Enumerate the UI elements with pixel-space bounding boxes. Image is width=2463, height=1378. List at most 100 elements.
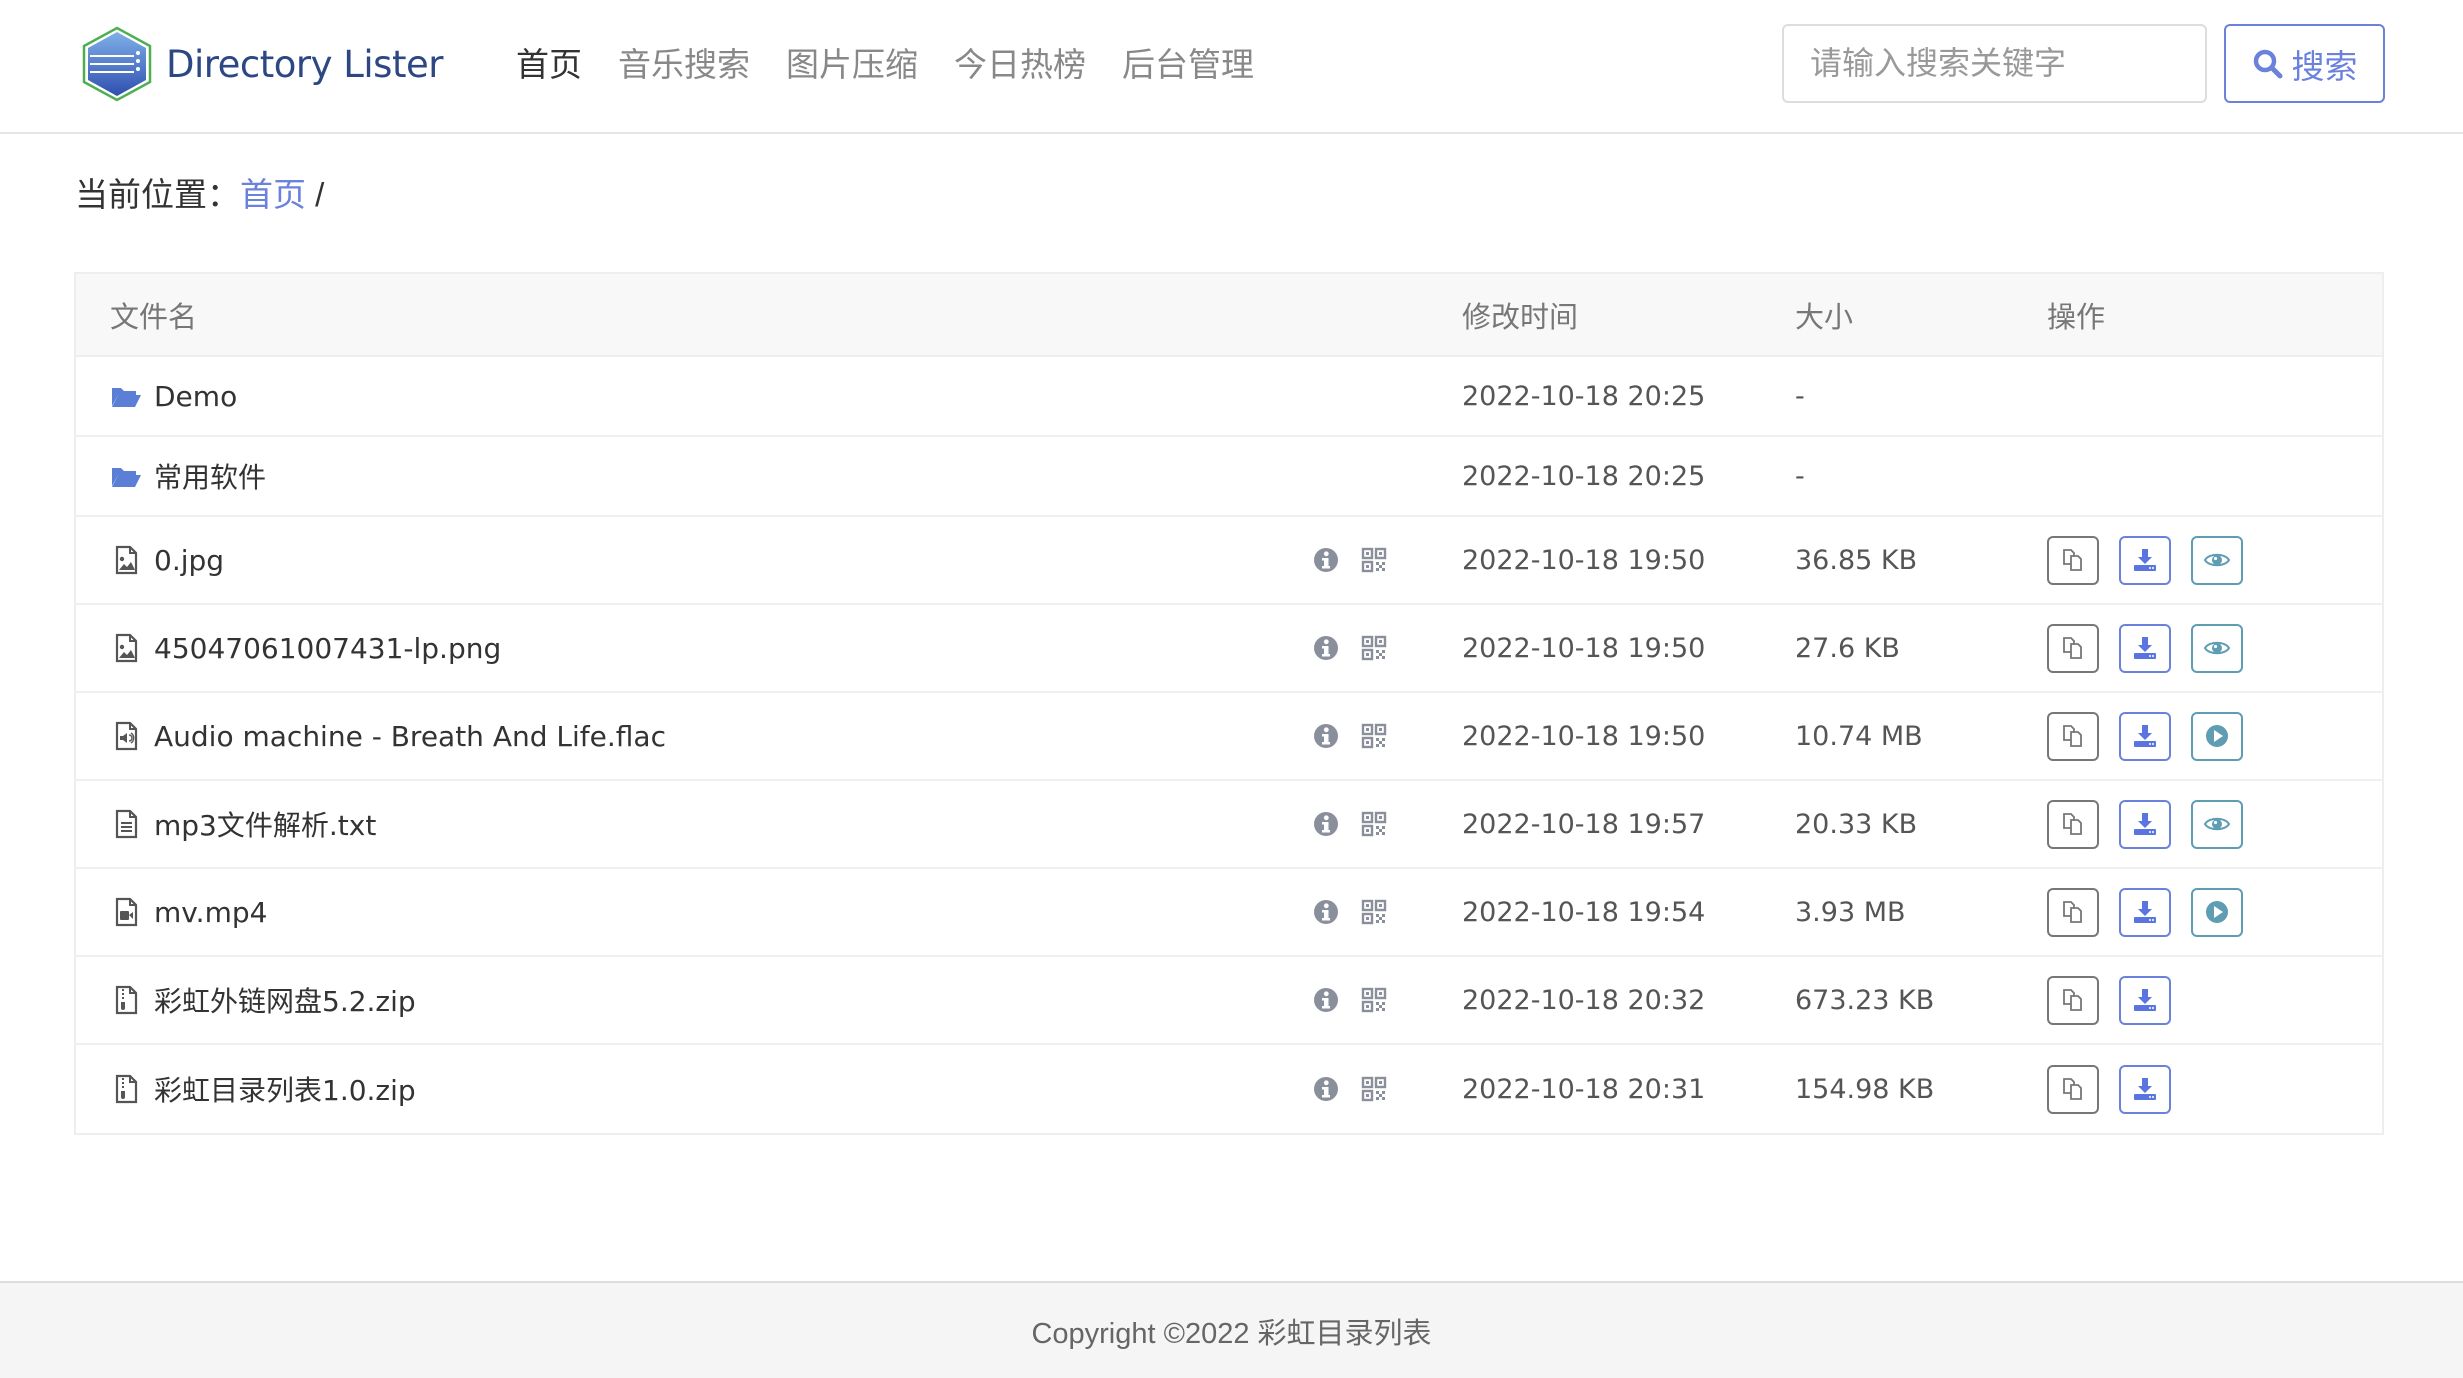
nav-music-search[interactable]: 音乐搜索 [618, 40, 750, 90]
play-circle-icon [2203, 722, 2231, 750]
download-button[interactable] [2119, 1064, 2171, 1114]
file-link[interactable]: 彩虹目录列表1.0.zip [154, 1069, 416, 1109]
info-icon[interactable] [1312, 546, 1340, 574]
qrcode-icon[interactable] [1360, 986, 1388, 1014]
name-cell: 彩虹目录列表1.0.zip [76, 1069, 1462, 1109]
eye-icon [2203, 810, 2231, 838]
file-meta-buttons [1312, 986, 1408, 1014]
actions-cell [2045, 623, 2382, 673]
copy-icon [2059, 546, 2087, 574]
qrcode-icon[interactable] [1360, 722, 1388, 750]
info-icon[interactable] [1312, 986, 1340, 1014]
info-icon[interactable] [1312, 722, 1340, 750]
eye-icon [2203, 546, 2231, 574]
download-icon [2131, 1075, 2159, 1103]
copy-icon [2059, 634, 2087, 662]
search-button[interactable]: 搜索 [2224, 24, 2385, 103]
play-button[interactable] [2191, 887, 2243, 937]
file-video-icon [110, 896, 142, 928]
preview-button[interactable] [2191, 623, 2243, 673]
top-navbar: Directory Lister 首页 音乐搜索 图片压缩 今日热榜 后台管理 … [0, 0, 2463, 134]
modified-cell: 2022-10-18 20:25 [1462, 380, 1706, 412]
file-archive-icon [110, 1073, 142, 1105]
modified-cell: 2022-10-18 19:54 [1462, 896, 1706, 928]
folder-link[interactable]: Demo [154, 380, 237, 413]
download-button[interactable] [2119, 799, 2171, 849]
breadcrumb: 当前位置：首页 / [75, 170, 324, 220]
copy-icon [2059, 810, 2087, 838]
table-body: Demo 2022-10-18 20:25 - 常用软件 2022-10-18 20:2… [76, 357, 2382, 1133]
info-icon[interactable] [1312, 1075, 1340, 1103]
file-row: 0.jpg 2022-10-18 19:50 36.85 KB [76, 517, 2382, 605]
nav-admin[interactable]: 后台管理 [1122, 40, 1254, 90]
folder-row: 常用软件 2022-10-18 20:25 - [76, 437, 2382, 517]
info-icon[interactable] [1312, 810, 1340, 838]
copy-link-button[interactable] [2047, 975, 2099, 1025]
name-cell: Demo [76, 380, 1462, 413]
copy-link-button[interactable] [2047, 799, 2099, 849]
file-link[interactable]: 彩虹外链网盘5.2.zip [154, 980, 416, 1020]
file-row: Audio machine - Breath And Life.flac 2022… [76, 693, 2382, 781]
file-link[interactable]: mv.mp4 [154, 896, 267, 929]
name-cell: 常用软件 [76, 456, 1462, 496]
download-icon [2131, 898, 2159, 926]
column-header-size: 大小 [1795, 301, 1854, 334]
qrcode-icon[interactable] [1360, 546, 1388, 574]
size-cell: 20.33 KB [1795, 808, 1918, 840]
download-icon [2131, 810, 2159, 838]
copy-link-button[interactable] [2047, 711, 2099, 761]
folder-row: Demo 2022-10-18 20:25 - [76, 357, 2382, 437]
copy-icon [2059, 722, 2087, 750]
name-cell: 彩虹外链网盘5.2.zip [76, 980, 1462, 1020]
download-icon [2131, 722, 2159, 750]
eye-icon [2203, 634, 2231, 662]
play-button[interactable] [2191, 711, 2243, 761]
download-button[interactable] [2119, 887, 2171, 937]
actions-cell [2045, 535, 2382, 585]
nav-image-compress[interactable]: 图片压缩 [786, 40, 918, 90]
file-row: 45047061007431-lp.png 2022-10-18 19:50 27.… [76, 605, 2382, 693]
info-icon[interactable] [1312, 898, 1340, 926]
file-table: 文件名 修改时间 大小 操作 Demo 2022-10-18 20:25- 常用软件… [74, 272, 2384, 1135]
search-icon [2253, 49, 2282, 78]
size-cell: 10.74 MB [1795, 720, 1923, 752]
download-button[interactable] [2119, 711, 2171, 761]
preview-button[interactable] [2191, 535, 2243, 585]
file-row: mp3文件解析.txt 2022-10-18 19:57 20.33 KB [76, 781, 2382, 869]
info-icon[interactable] [1312, 634, 1340, 662]
table-header: 文件名 修改时间 大小 操作 [76, 274, 2382, 357]
file-row: 彩虹目录列表1.0.zip 2022-10-18 20:31 154.98 KB [76, 1045, 2382, 1133]
file-archive-icon [110, 984, 142, 1016]
qrcode-icon[interactable] [1360, 810, 1388, 838]
copy-link-button[interactable] [2047, 887, 2099, 937]
search-input[interactable] [1782, 24, 2207, 103]
qrcode-icon[interactable] [1360, 634, 1388, 662]
size-cell: 36.85 KB [1795, 544, 1918, 576]
actions-cell [2045, 711, 2382, 761]
download-button[interactable] [2119, 623, 2171, 673]
column-header-name: 文件名 [110, 301, 198, 334]
breadcrumb-home[interactable]: 首页 [240, 176, 306, 213]
download-button[interactable] [2119, 975, 2171, 1025]
file-link[interactable]: 0.jpg [154, 544, 224, 577]
logo[interactable]: Directory Lister [78, 26, 443, 102]
nav-hot-list[interactable]: 今日热榜 [954, 40, 1086, 90]
column-header-actions: 操作 [2047, 301, 2106, 334]
file-link[interactable]: Audio machine - Breath And Life.flac [154, 720, 666, 753]
file-link[interactable]: mp3文件解析.txt [154, 804, 376, 844]
copy-link-button[interactable] [2047, 1064, 2099, 1114]
copy-link-button[interactable] [2047, 623, 2099, 673]
file-image-icon [110, 632, 142, 664]
folder-link[interactable]: 常用软件 [154, 456, 266, 496]
actions-cell [2045, 975, 2382, 1025]
qrcode-icon[interactable] [1360, 1075, 1388, 1103]
nav-home[interactable]: 首页 [516, 40, 582, 90]
main-nav: 首页 音乐搜索 图片压缩 今日热榜 后台管理 [516, 40, 1290, 90]
file-link[interactable]: 45047061007431-lp.png [154, 632, 501, 665]
actions-cell [2045, 1064, 2382, 1114]
qrcode-icon[interactable] [1360, 898, 1388, 926]
download-button[interactable] [2119, 535, 2171, 585]
copy-link-button[interactable] [2047, 535, 2099, 585]
preview-button[interactable] [2191, 799, 2243, 849]
name-cell: mp3文件解析.txt [76, 804, 1462, 844]
